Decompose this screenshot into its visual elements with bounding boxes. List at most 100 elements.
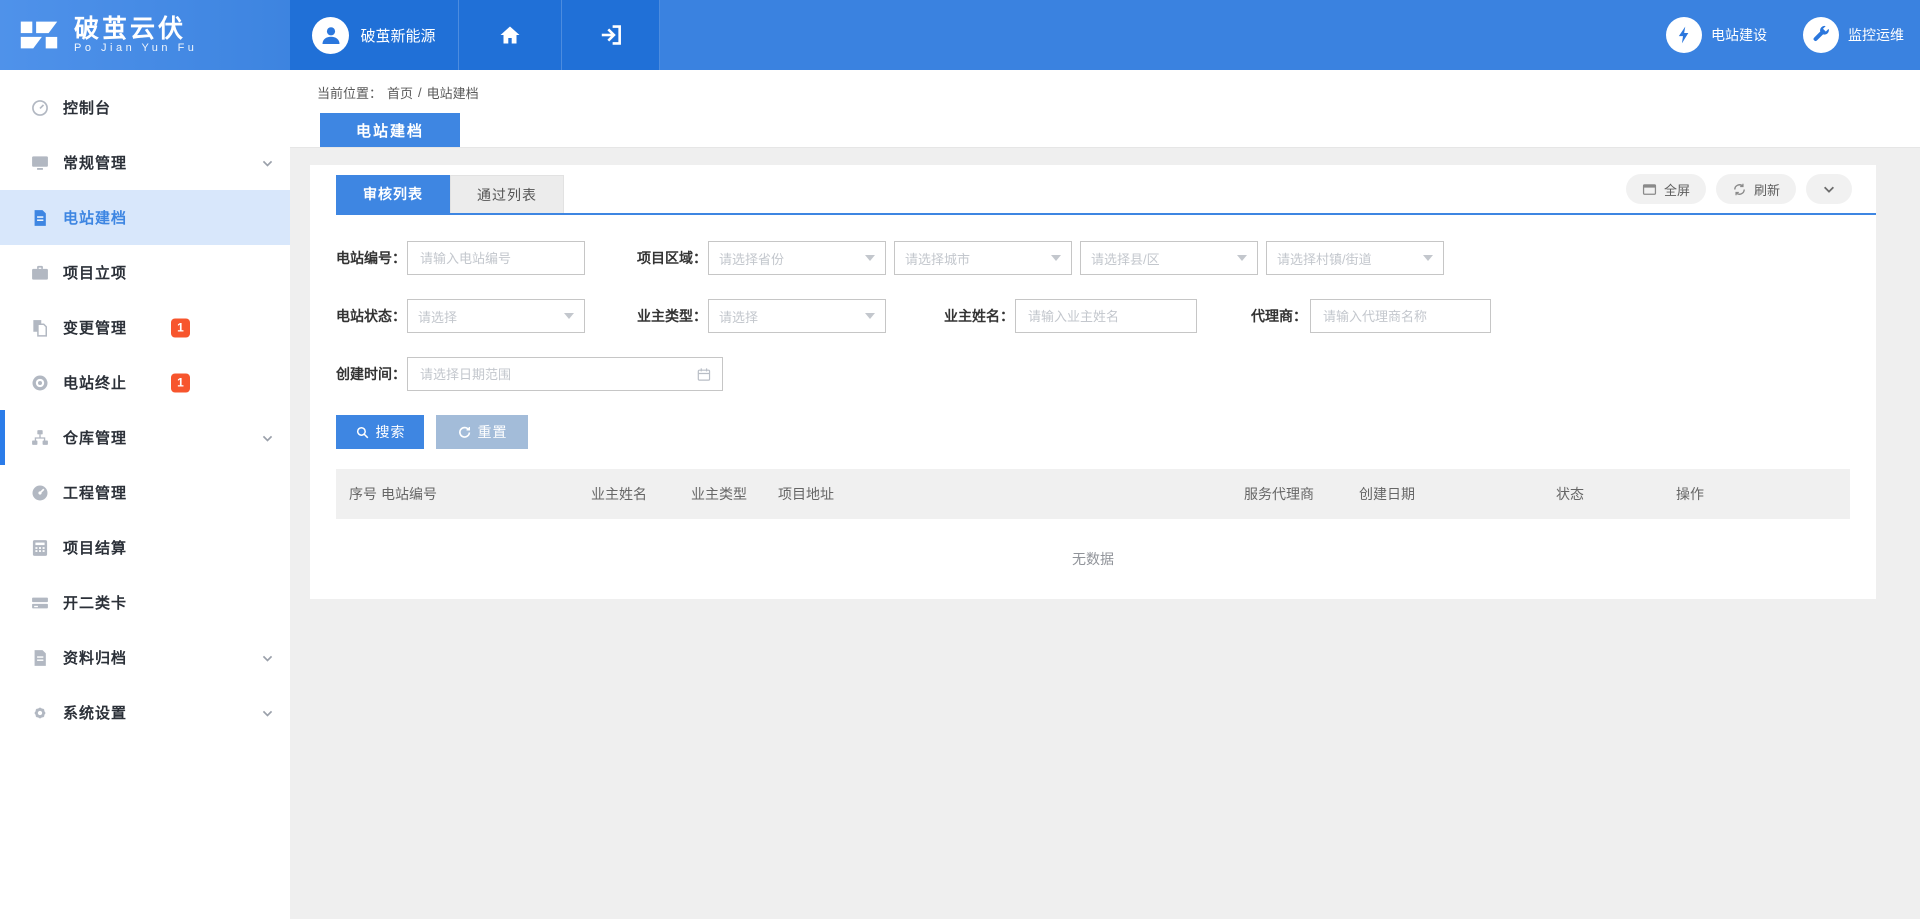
- sidebar-item-console[interactable]: 控制台: [0, 80, 290, 135]
- station-no-label: 电站编号：: [336, 248, 404, 268]
- refresh-button[interactable]: 刷新: [1716, 174, 1796, 204]
- date-range-input[interactable]: [418, 366, 696, 383]
- home-icon: [498, 23, 522, 47]
- search-button[interactable]: 搜索: [336, 415, 424, 449]
- column-header-owner-name: 业主姓名: [591, 484, 691, 504]
- sidebar-item-system-settings[interactable]: 系统设置: [0, 685, 290, 740]
- reset-icon: [457, 425, 472, 440]
- exit-arrow-icon: [598, 22, 624, 48]
- archive-file-icon: [30, 648, 50, 668]
- county-select[interactable]: 请选择县/区: [1080, 241, 1258, 275]
- owner-type-select[interactable]: 请选择: [708, 299, 886, 333]
- filter-form: 电站编号： 项目区域： 请选择省份 请选择城市 请选择县/区: [310, 215, 1876, 391]
- sidebar-item-project-settlement[interactable]: 项目结算: [0, 520, 290, 575]
- gear-icon: [30, 703, 50, 723]
- sidebar-item-label: 控制台: [63, 97, 111, 118]
- document-icon: [30, 208, 50, 228]
- user-name: 破茧新能源: [360, 25, 435, 46]
- nav-monitor-ops-label: 监控运维: [1848, 25, 1904, 45]
- brand-subtitle: Po Jian Yun Fu: [74, 42, 197, 55]
- province-select-value: 请选择省份: [719, 249, 784, 268]
- notification-badge: 1: [171, 318, 190, 337]
- sidebar-item-warehouse-mgmt[interactable]: 仓库管理: [0, 410, 290, 465]
- tab-passed-list[interactable]: 通过列表: [450, 175, 564, 213]
- caret-down-icon: [865, 255, 875, 261]
- chevron-down-icon: [1822, 182, 1836, 196]
- person-icon: [319, 23, 343, 47]
- reset-button[interactable]: 重置: [436, 415, 528, 449]
- nav-station-build[interactable]: 电站建设: [1666, 17, 1767, 53]
- content-card: 审核列表 通过列表 全屏 刷新: [310, 165, 1876, 599]
- refresh-label: 刷新: [1754, 180, 1780, 199]
- county-select-value: 请选择县/区: [1091, 249, 1160, 268]
- sidebar-item-type2-card[interactable]: 开二类卡: [0, 575, 290, 630]
- column-header-created-date: 创建日期: [1359, 484, 1556, 504]
- sidebar-item-label: 工程管理: [63, 482, 127, 503]
- sidebar-item-label: 开二类卡: [63, 592, 127, 613]
- station-status-select[interactable]: 请选择: [407, 299, 585, 333]
- sitemap-icon: [30, 428, 50, 448]
- sidebar-item-label: 常规管理: [63, 152, 127, 173]
- village-select-value: 请选择村镇/街道: [1277, 249, 1372, 268]
- village-select[interactable]: 请选择村镇/街道: [1266, 241, 1444, 275]
- avatar: [312, 17, 349, 54]
- sidebar-item-data-archive[interactable]: 资料归档: [0, 630, 290, 685]
- nav-monitor-ops[interactable]: 监控运维: [1803, 17, 1904, 53]
- top-header: 破茧云伏 Po Jian Yun Fu 破茧新能源 电站建设: [0, 0, 1920, 70]
- station-no-input-wrap: [407, 241, 585, 275]
- monitor-icon: [30, 153, 50, 173]
- sidebar-item-project-initiation[interactable]: 项目立项: [0, 245, 290, 300]
- caret-down-icon: [865, 313, 875, 319]
- owner-name-label: 业主姓名：: [944, 306, 1012, 326]
- tab-review-list[interactable]: 审核列表: [336, 175, 450, 213]
- wrench-icon: [1803, 17, 1839, 53]
- calculator-icon: [30, 538, 50, 558]
- lightning-icon: [1666, 17, 1702, 53]
- search-icon: [355, 425, 370, 440]
- caret-down-icon: [564, 313, 574, 319]
- card-icon: [30, 593, 50, 613]
- calendar-icon: [696, 366, 712, 383]
- home-button[interactable]: [459, 0, 562, 70]
- sidebar: 控制台 常规管理 电站建档 项目立项: [0, 70, 290, 919]
- sidebar-item-station-archive[interactable]: 电站建档: [0, 190, 290, 245]
- page-tab-station-archive[interactable]: 电站建档: [320, 113, 460, 147]
- station-no-input[interactable]: [418, 250, 574, 267]
- gauge-icon: [30, 483, 50, 503]
- chevron-down-icon: [261, 156, 274, 169]
- reset-button-label: 重置: [478, 422, 508, 442]
- tabs-bar: 审核列表 通过列表 全屏 刷新: [336, 165, 1876, 215]
- nav-station-build-label: 电站建设: [1711, 25, 1767, 45]
- sidebar-item-change-mgmt[interactable]: 变更管理 1: [0, 300, 290, 355]
- results-table: 序号 电站编号 业主姓名 业主类型 项目地址 服务代理商 创建日期 状态 操作 …: [336, 469, 1850, 585]
- column-header-status: 状态: [1556, 484, 1676, 504]
- owner-type-value: 请选择: [719, 307, 758, 326]
- chevron-down-icon: [261, 706, 274, 719]
- sidebar-item-label: 系统设置: [63, 702, 127, 723]
- collapse-toggle-button[interactable]: [1806, 174, 1852, 204]
- fullscreen-label: 全屏: [1664, 180, 1690, 199]
- province-select[interactable]: 请选择省份: [708, 241, 886, 275]
- logout-button[interactable]: [562, 0, 660, 70]
- user-menu[interactable]: 破茧新能源: [290, 0, 459, 70]
- owner-name-input[interactable]: [1026, 308, 1186, 325]
- sidebar-item-general-mgmt[interactable]: 常规管理: [0, 135, 290, 190]
- city-select[interactable]: 请选择城市: [894, 241, 1072, 275]
- sidebar-item-station-termination[interactable]: 电站终止 1: [0, 355, 290, 410]
- column-header-project-address: 项目地址: [778, 484, 1244, 504]
- agent-input[interactable]: [1321, 308, 1480, 325]
- sidebar-item-label: 电站终止: [63, 372, 127, 393]
- city-select-value: 请选择城市: [905, 249, 970, 268]
- column-header-station-no: 电站编号: [381, 484, 591, 504]
- breadcrumb-home-link[interactable]: 首页: [387, 83, 413, 102]
- fullscreen-button[interactable]: 全屏: [1626, 174, 1706, 204]
- breadcrumb-current: 电站建档: [427, 83, 479, 102]
- station-status-value: 请选择: [418, 307, 457, 326]
- sidebar-item-label: 仓库管理: [63, 427, 127, 448]
- sidebar-item-engineering-mgmt[interactable]: 工程管理: [0, 465, 290, 520]
- chevron-down-icon: [261, 431, 274, 444]
- breadcrumb-strip: 当前位置： 首页 / 电站建档 电站建档: [290, 70, 1920, 148]
- brand-logo-icon: [16, 12, 62, 58]
- sidebar-item-label: 电站建档: [63, 207, 127, 228]
- column-header-index: 序号: [349, 484, 381, 504]
